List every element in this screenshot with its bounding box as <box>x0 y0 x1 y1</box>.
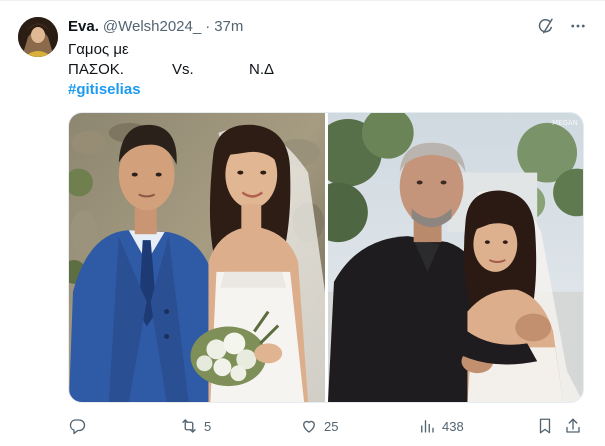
separator-dot: · <box>205 17 211 35</box>
party-pasok: ΠΑΣΟΚ. <box>68 61 124 78</box>
media-photo-father-bride[interactable]: MEGAN <box>327 113 583 402</box>
tweet-line-2: ΠΑΣΟΚ. Vs. Ν.Δ <box>68 60 388 80</box>
tweet-line-1: Γαμος με <box>68 41 129 58</box>
share-button[interactable] <box>564 417 582 435</box>
tweet-text: Γαμος με ΠΑΣΟΚ. Vs. Ν.Δ #gitiselias <box>68 40 388 100</box>
like-icon <box>303 420 315 433</box>
tweet-media[interactable]: MEGAN <box>68 112 584 403</box>
author-name[interactable]: Eva. <box>68 18 99 35</box>
versus-text: Vs. <box>172 61 194 78</box>
hashtag-link[interactable]: #gitiselias <box>68 80 388 100</box>
reply-icon <box>69 419 86 435</box>
timestamp[interactable]: 37m <box>214 18 243 35</box>
tweet-card[interactable]: Eva. @Welsh2024_ · 37m Γαμος με ΠΑΣΟΚ. V… <box>0 0 605 446</box>
like-count: 25 <box>324 418 339 434</box>
author-handle[interactable]: @Welsh2024_ <box>103 18 201 35</box>
views-button[interactable]: 438 <box>418 417 464 435</box>
bookmark-button[interactable] <box>536 417 554 435</box>
party-nd: Ν.Δ <box>249 61 275 78</box>
retweet-button[interactable]: 5 <box>180 417 211 435</box>
bookmark-icon <box>539 418 551 434</box>
views-count: 438 <box>442 418 464 434</box>
media-watermark: MEGAN <box>552 119 578 127</box>
reply-button[interactable] <box>68 417 86 435</box>
retweet-count: 5 <box>204 418 212 434</box>
avatar[interactable] <box>18 17 58 57</box>
tweet-actions: 5 25 438 <box>68 415 584 437</box>
more-icon[interactable] <box>567 15 589 37</box>
tweet-top-actions <box>535 15 589 37</box>
like-button[interactable]: 25 <box>300 417 338 435</box>
views-icon <box>421 420 434 433</box>
media-photo-couple[interactable] <box>69 113 325 402</box>
tweet-header: Eva. @Welsh2024_ · 37m <box>68 16 243 36</box>
grok-icon[interactable] <box>535 15 557 37</box>
share-icon <box>566 418 580 433</box>
retweet-icon <box>182 419 196 433</box>
